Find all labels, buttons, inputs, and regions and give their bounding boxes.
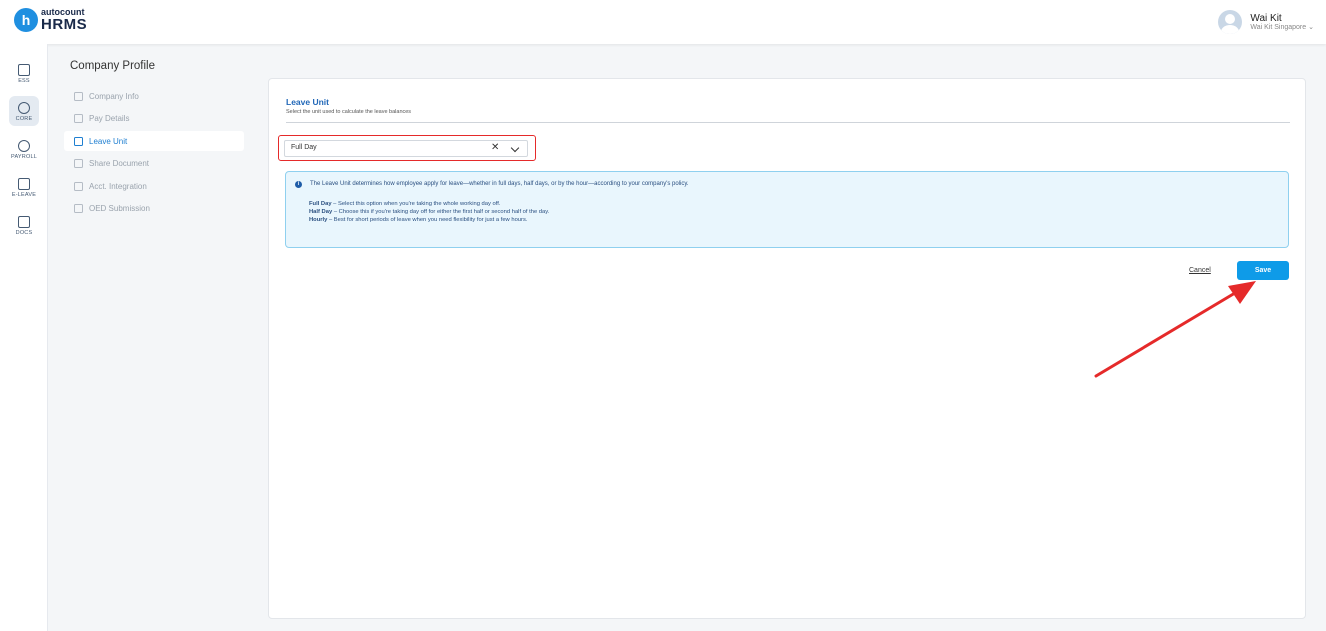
info-line-half-day: Half Day – Choose this if you're taking … xyxy=(309,209,550,215)
select-value: Full Day xyxy=(291,144,317,151)
logo-mark: h xyxy=(14,8,38,32)
sidebar-item-pay-details[interactable]: Pay Details xyxy=(64,109,244,129)
core-icon xyxy=(18,102,30,114)
clear-icon[interactable]: ✕ xyxy=(491,142,499,153)
e-leave-icon xyxy=(18,178,30,190)
pay-details-icon xyxy=(74,114,83,123)
user-menu[interactable]: Wai Kit Wai Kit Singapore ⌄ xyxy=(1218,10,1314,34)
module-rail: ESS CORE PAYROLL E-LEAVE DOCS xyxy=(0,44,48,631)
info-intro: The Leave Unit determines how employee a… xyxy=(310,181,689,187)
document-icon xyxy=(74,159,83,168)
card-title: Leave Unit xyxy=(286,97,329,107)
payroll-icon xyxy=(18,140,30,152)
home-icon xyxy=(74,91,83,101)
save-button[interactable]: Save xyxy=(1237,261,1289,280)
info-line-hourly: Hourly – Best for short periods of leave… xyxy=(309,217,528,223)
submission-icon xyxy=(74,204,83,213)
rail-item-ess[interactable]: ESS xyxy=(0,62,48,98)
user-name: Wai Kit xyxy=(1250,12,1282,24)
avatar[interactable] xyxy=(1218,10,1243,34)
logo-product: HRMS xyxy=(41,16,88,33)
app-logo[interactable]: h autocount HRMS xyxy=(14,8,87,32)
rail-item-core[interactable]: CORE xyxy=(0,96,48,136)
sidebar-item-acct-integration[interactable]: Acct. Integration xyxy=(64,176,244,196)
docs-icon xyxy=(18,216,30,228)
divider xyxy=(286,122,1290,123)
info-box: i The Leave Unit determines how employee… xyxy=(285,171,1289,248)
leave-unit-select[interactable]: Full Day ✕ xyxy=(284,140,528,157)
ess-icon xyxy=(18,64,30,76)
rail-item-docs[interactable]: DOCS xyxy=(0,214,48,250)
leave-unit-card: Leave Unit Select the unit used to calcu… xyxy=(268,78,1306,619)
sidebar-item-share-document[interactable]: Share Document xyxy=(64,154,244,174)
sidebar-item-company-info[interactable]: Company Info xyxy=(64,86,244,106)
settings-menu: Company Info Pay Details Leave Unit Shar… xyxy=(64,86,244,221)
sidebar-item-leave-unit[interactable]: Leave Unit xyxy=(64,131,244,151)
rail-item-payroll[interactable]: PAYROLL xyxy=(0,138,48,174)
page-title: Company Profile xyxy=(70,60,156,72)
cancel-button[interactable]: Cancel xyxy=(1189,267,1211,274)
chevron-down-icon[interactable] xyxy=(510,143,520,153)
sidebar-item-oed-submission[interactable]: OED Submission xyxy=(64,199,244,219)
calendar-icon xyxy=(74,136,83,146)
info-icon: i xyxy=(295,181,302,188)
rail-item-e-leave[interactable]: E-LEAVE xyxy=(0,176,48,212)
chevron-down-icon: ⌄ xyxy=(1308,23,1314,31)
info-line-full-day: Full Day – Select this option when you'r… xyxy=(309,201,501,207)
user-company[interactable]: Wai Kit Singapore ⌄ xyxy=(1250,24,1314,32)
integration-icon xyxy=(74,181,83,191)
top-bar: h autocount HRMS Wai Kit Wai Kit Singapo… xyxy=(0,0,1326,44)
card-subtitle: Select the unit used to calculate the le… xyxy=(286,109,412,115)
